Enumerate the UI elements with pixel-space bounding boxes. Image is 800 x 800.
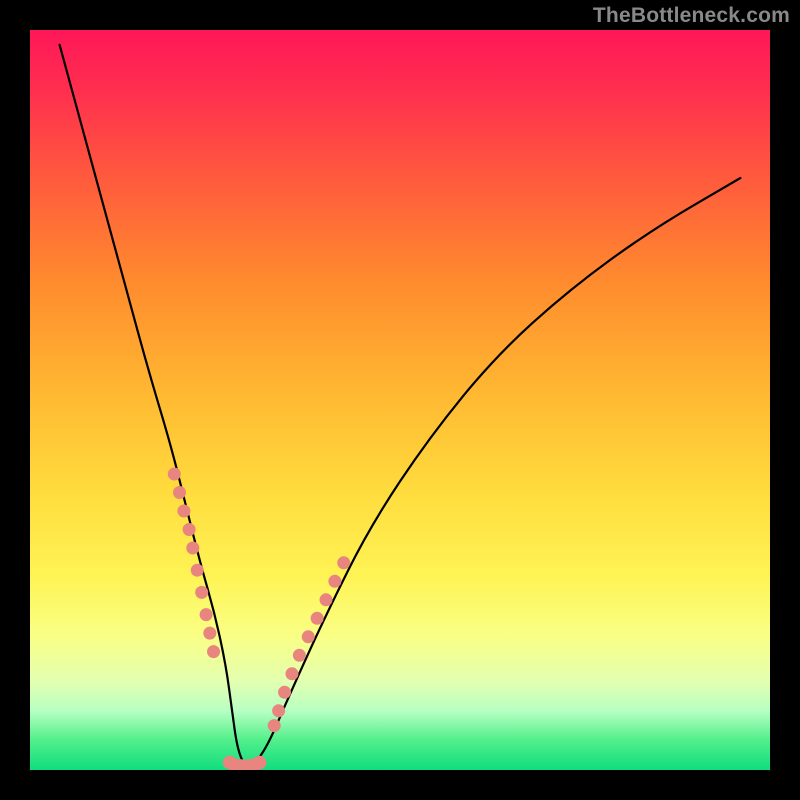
marker-dot xyxy=(278,686,291,699)
marker-dot xyxy=(311,612,324,625)
marker-dot xyxy=(302,630,315,643)
marker-dot xyxy=(191,564,204,577)
marker-dot xyxy=(177,505,190,518)
marker-dot xyxy=(337,556,350,569)
bottleneck-curve-path xyxy=(60,45,741,767)
chart-frame: TheBottleneck.com xyxy=(0,0,800,800)
marker-dot xyxy=(268,719,281,732)
marker-dot xyxy=(186,542,199,555)
marker-dot xyxy=(195,586,208,599)
marker-dot xyxy=(200,608,213,621)
marker-dot xyxy=(203,627,216,640)
bottleneck-curve xyxy=(60,45,741,767)
marker-dot xyxy=(285,667,298,680)
plot-area xyxy=(30,30,770,770)
marker-dot xyxy=(183,523,196,536)
curve-layer xyxy=(30,30,770,770)
marker-dot xyxy=(168,468,181,481)
marker-dot xyxy=(207,645,220,658)
marker-dot xyxy=(173,486,186,499)
marker-dot xyxy=(328,575,341,588)
marker-dot xyxy=(320,593,333,606)
watermark-text: TheBottleneck.com xyxy=(593,4,790,28)
marker-dot xyxy=(293,649,306,662)
marker-dot xyxy=(272,704,285,717)
highlighted-points xyxy=(168,468,350,771)
marker-dot xyxy=(252,756,266,770)
